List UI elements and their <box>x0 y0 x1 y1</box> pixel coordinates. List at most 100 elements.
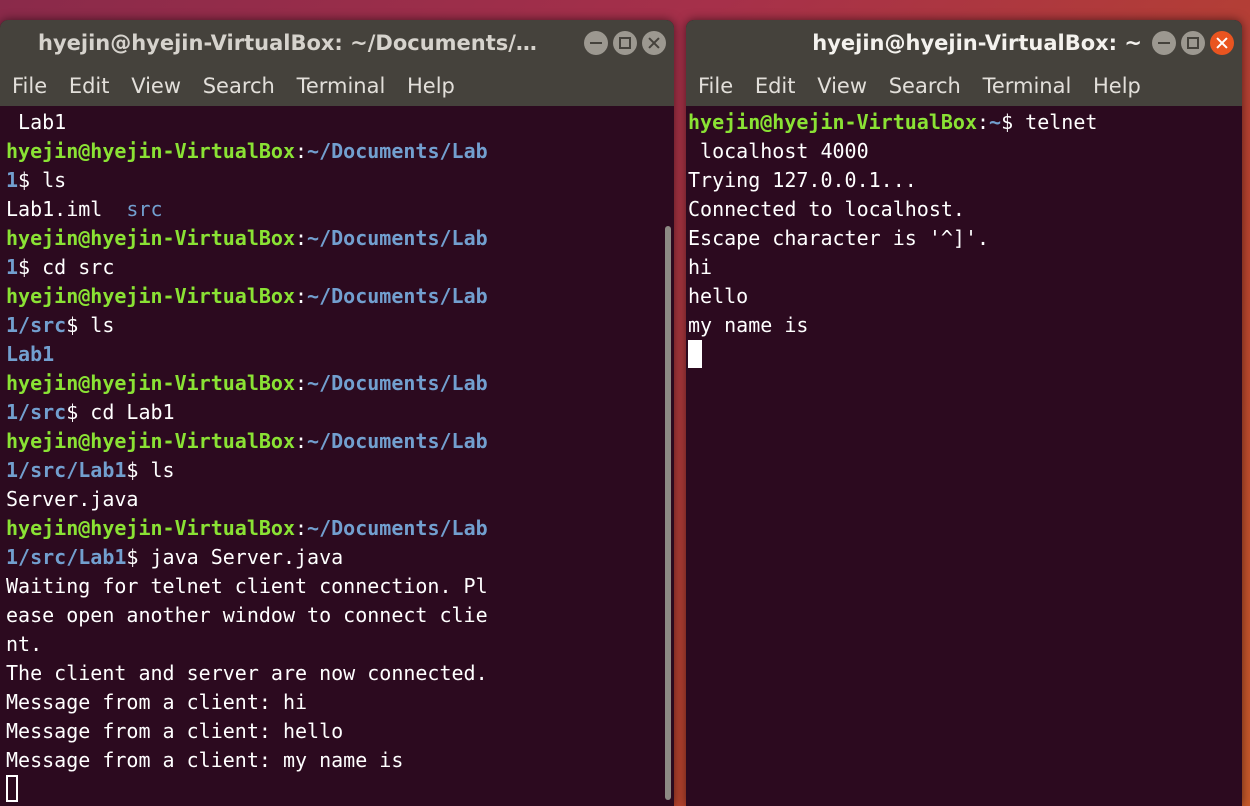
output-text: Lab1 <box>6 110 67 134</box>
close-button[interactable] <box>1210 31 1234 55</box>
prompt-path: 1/src <box>6 313 67 337</box>
prompt-user: hyejin@hyejin-VirtualBox <box>6 429 295 453</box>
output-text: The client and server are now connected. <box>6 661 488 685</box>
menu-file[interactable]: File <box>698 66 733 106</box>
output-text: Message from a client: hello <box>6 719 344 743</box>
terminal-line: hyejin@hyejin-VirtualBox:~/Documents/Lab <box>6 137 660 166</box>
right-terminal-output[interactable]: hyejin@hyejin-VirtualBox:~$ telnet local… <box>686 106 1242 806</box>
prompt-path: ~/Documents/Lab <box>307 226 488 250</box>
left-terminal-output[interactable]: Lab1 hyejin@hyejin-VirtualBox:~/Documents… <box>0 106 660 806</box>
menu-search[interactable]: Search <box>203 66 275 106</box>
terminal-line: Message from a client: my name is <box>6 746 660 775</box>
directory-name: src <box>126 197 163 221</box>
minimize-button[interactable] <box>1152 31 1176 55</box>
left-window-controls <box>580 31 666 55</box>
prompt-user: hyejin@hyejin-VirtualBox <box>6 284 295 308</box>
prompt-path: ~/Documents/Lab <box>307 284 488 308</box>
terminal-line: 1/src$ ls <box>6 311 660 340</box>
prompt-user: hyejin@hyejin-VirtualBox <box>6 139 295 163</box>
left-window-title: hyejin@hyejin-VirtualBox: ~/Documents/… <box>38 31 537 55</box>
output-text: Connected to localhost. <box>688 197 965 221</box>
terminal-line: 1$ ls <box>6 166 660 195</box>
output-text: Server.java <box>6 487 139 511</box>
right-terminal-window[interactable]: hyejin@hyejin-VirtualBox: ~ File Edit Vi… <box>686 20 1242 806</box>
command-text: $ telnet <box>1001 110 1098 134</box>
menu-terminal[interactable]: Terminal <box>297 66 386 106</box>
output-text: Waiting for telnet client connection. Pl <box>6 574 488 598</box>
prompt-path: ~/Documents/Lab <box>307 139 488 163</box>
output-text: Escape character is '^]'. <box>688 226 990 250</box>
terminal-line: hello <box>688 282 1242 311</box>
menu-view[interactable]: View <box>817 66 867 106</box>
terminal-line: Server.java <box>6 485 660 514</box>
terminal-line: 1/src$ cd Lab1 <box>6 398 660 427</box>
terminal-line: hyejin@hyejin-VirtualBox:~/Documents/Lab <box>6 514 660 543</box>
terminal-line: hyejin@hyejin-VirtualBox:~/Documents/Lab <box>6 224 660 253</box>
menu-edit[interactable]: Edit <box>69 66 110 106</box>
menu-edit[interactable]: Edit <box>755 66 796 106</box>
menu-search[interactable]: Search <box>889 66 961 106</box>
output-text: localhost 4000 <box>688 139 869 163</box>
command-text: $ java Server.java <box>126 545 344 569</box>
minimize-icon <box>1158 42 1170 44</box>
command-text: $ ls <box>66 313 115 337</box>
right-window-menubar: File Edit View Search Terminal Help <box>686 66 1242 106</box>
terminal-line: Waiting for telnet client connection. Pl <box>6 572 660 601</box>
prompt-separator: : <box>294 516 308 540</box>
terminal-line: 1$ cd src <box>6 253 660 282</box>
terminal-line: hi <box>688 253 1242 282</box>
maximize-icon <box>619 37 631 49</box>
output-text: ease open another window to connect clie <box>6 603 488 627</box>
minimize-button[interactable] <box>584 31 608 55</box>
menu-file[interactable]: File <box>12 66 47 106</box>
prompt-path: ~/Documents/Lab <box>307 516 488 540</box>
terminal-line: hyejin@hyejin-VirtualBox:~/Documents/Lab <box>6 369 660 398</box>
terminal-line: hyejin@hyejin-VirtualBox:~/Documents/Lab <box>6 282 660 311</box>
prompt-path: 1/src/Lab1 <box>6 458 127 482</box>
menu-help[interactable]: Help <box>407 66 455 106</box>
prompt-user: hyejin@hyejin-VirtualBox <box>6 516 295 540</box>
terminal-line: hyejin@hyejin-VirtualBox:~$ telnet <box>688 108 1242 137</box>
output-text: my name is <box>688 313 809 337</box>
menu-help[interactable]: Help <box>1093 66 1141 106</box>
prompt-separator: : <box>294 139 308 163</box>
terminal-cursor <box>688 340 702 368</box>
command-text: $ ls <box>18 168 67 192</box>
terminal-line: Lab1.iml src <box>6 195 660 224</box>
terminal-line: Message from a client: hi <box>6 688 660 717</box>
terminal-line: ease open another window to connect clie <box>6 601 660 630</box>
terminal-line <box>688 340 1242 369</box>
maximize-button[interactable] <box>1181 31 1205 55</box>
prompt-user: hyejin@hyejin-VirtualBox <box>6 371 295 395</box>
prompt-path: ~/Documents/Lab <box>307 371 488 395</box>
left-terminal-scrollbar[interactable] <box>660 106 674 806</box>
output-text: nt. <box>6 632 43 656</box>
menu-view[interactable]: View <box>131 66 181 106</box>
terminal-line <box>6 775 660 804</box>
terminal-line: Connected to localhost. <box>688 195 1242 224</box>
scrollbar-thumb[interactable] <box>665 226 671 800</box>
file-name: Lab1.iml <box>6 197 127 221</box>
maximize-button[interactable] <box>613 31 637 55</box>
prompt-user: hyejin@hyejin-VirtualBox <box>688 110 977 134</box>
terminal-line: Message from a client: hello <box>6 717 660 746</box>
terminal-line: my name is <box>688 311 1242 340</box>
terminal-line: Escape character is '^]'. <box>688 224 1242 253</box>
right-window-controls <box>1148 31 1234 55</box>
left-terminal-window[interactable]: hyejin@hyejin-VirtualBox: ~/Documents/… … <box>0 20 674 806</box>
output-text: hi <box>688 255 713 279</box>
right-window-titlebar[interactable]: hyejin@hyejin-VirtualBox: ~ <box>686 20 1242 66</box>
terminal-line: nt. <box>6 630 660 659</box>
minimize-icon <box>590 42 602 44</box>
menu-terminal[interactable]: Terminal <box>983 66 1072 106</box>
close-button[interactable] <box>642 31 666 55</box>
directory-name: Lab1 <box>6 342 55 366</box>
terminal-cursor <box>6 775 18 802</box>
terminal-line: 1/src/Lab1$ ls <box>6 456 660 485</box>
desktop: hyejin@hyejin-VirtualBox: ~/Documents/… … <box>0 0 1250 806</box>
left-window-titlebar[interactable]: hyejin@hyejin-VirtualBox: ~/Documents/… <box>0 20 674 66</box>
prompt-path: 1 <box>6 168 19 192</box>
prompt-separator: : <box>294 371 308 395</box>
command-text: $ cd src <box>18 255 115 279</box>
terminal-line: The client and server are now connected. <box>6 659 660 688</box>
